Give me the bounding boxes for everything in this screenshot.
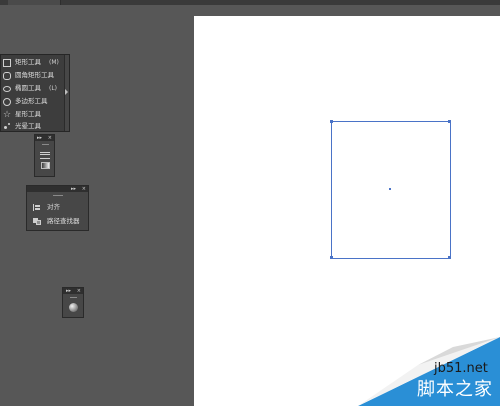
document-tab[interactable] — [8, 0, 61, 5]
tool-label: 多边形工具 — [15, 97, 48, 106]
ellipse-icon — [3, 85, 11, 92]
panel-grip[interactable] — [70, 297, 77, 298]
watermark-site-name: 脚本之家 — [417, 379, 493, 400]
collapse-icon[interactable]: ▸▸ — [66, 288, 71, 294]
anchor-point-top-right[interactable] — [448, 120, 451, 123]
flare-icon — [3, 122, 11, 131]
tool-shortcut: (M) — [49, 59, 59, 66]
tool-item-flare[interactable]: 光晕工具 — [1, 120, 67, 133]
document-tab-bar — [0, 0, 500, 5]
shape-tool-flyout: 矩形工具 (M) 圆角矩形工具 椭圆工具 (L) 多边形工具 ☆ 星形工具 光晕… — [0, 54, 70, 132]
tool-item-polygon[interactable]: 多边形工具 — [1, 95, 67, 108]
tool-label: 星形工具 — [15, 110, 41, 119]
rounded-rectangle-icon — [3, 71, 11, 80]
tool-item-rounded-rectangle[interactable]: 圆角矩形工具 — [1, 69, 67, 82]
close-icon[interactable]: × — [77, 288, 81, 294]
gradient-icon[interactable] — [41, 162, 50, 169]
center-point — [389, 188, 391, 190]
pathfinder-icon — [33, 217, 41, 225]
tool-item-rectangle[interactable]: 矩形工具 (M) — [1, 56, 67, 69]
anchor-point-bottom-left[interactable] — [330, 256, 333, 259]
tool-shortcut: (L) — [49, 85, 58, 92]
watermark-url: jb51.net — [434, 361, 488, 376]
panel-item-label: 对齐 — [47, 202, 60, 211]
selected-rectangle[interactable] — [331, 121, 451, 259]
star-icon: ☆ — [3, 109, 12, 120]
anchor-point-bottom-right[interactable] — [448, 256, 451, 259]
sphere-icon[interactable] — [69, 303, 78, 312]
rectangle-icon — [3, 58, 11, 67]
stroke-icon[interactable] — [40, 152, 50, 159]
polygon-icon — [3, 97, 11, 106]
anchor-point-top-left[interactable] — [330, 120, 333, 123]
panel-item-label: 路径查找器 — [47, 216, 80, 225]
align-icon — [33, 203, 41, 211]
close-icon[interactable]: × — [48, 135, 52, 141]
align-pathfinder-panel: ▸▸ × 对齐 路径查找器 — [26, 185, 89, 231]
tool-label: 椭圆工具 — [15, 84, 41, 93]
tool-label: 圆角矩形工具 — [15, 71, 54, 80]
panel-grip[interactable] — [42, 144, 49, 145]
close-icon[interactable]: × — [82, 186, 86, 192]
tool-label: 矩形工具 — [15, 58, 41, 67]
panel-header[interactable]: ▸▸ × — [63, 288, 83, 294]
panel-header[interactable]: ▸▸ × — [35, 135, 54, 141]
tool-label: 光晕工具 — [15, 122, 41, 131]
collapsed-panel-stroke-gradient: ▸▸ × — [34, 134, 55, 177]
collapsed-panel-symbols: ▸▸ × — [62, 287, 84, 318]
flyout-tearoff-strip[interactable] — [64, 55, 69, 131]
collapse-icon[interactable]: ▸▸ — [71, 186, 76, 192]
panel-item-pathfinder[interactable]: 路径查找器 — [27, 215, 88, 227]
tool-item-ellipse[interactable]: 椭圆工具 (L) — [1, 82, 67, 95]
panel-item-align[interactable]: 对齐 — [27, 201, 88, 213]
expand-arrow-icon — [65, 89, 68, 95]
collapse-icon[interactable]: ▸▸ — [37, 135, 42, 141]
panel-grip[interactable] — [53, 195, 63, 196]
panel-header[interactable]: ▸▸ × — [27, 186, 88, 192]
